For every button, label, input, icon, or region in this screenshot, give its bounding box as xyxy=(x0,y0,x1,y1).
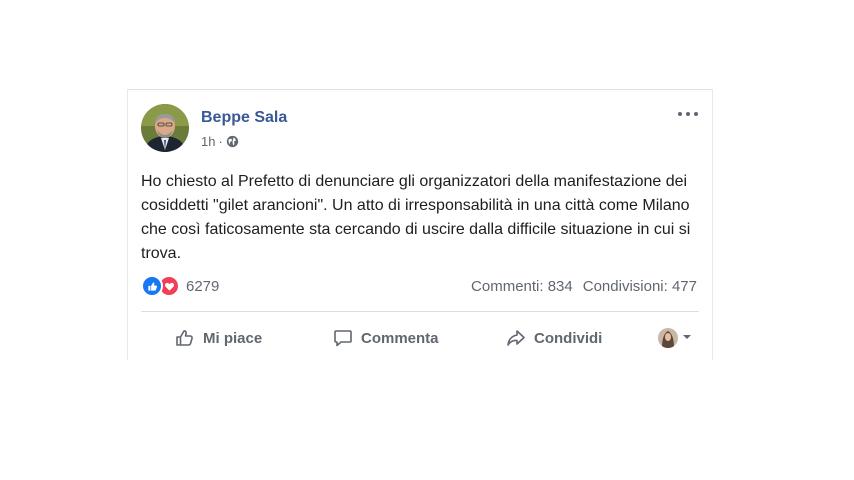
more-dot-icon xyxy=(678,112,682,116)
post-stats: Commenti: 834 Condivisioni: 477 xyxy=(471,278,697,295)
post-meta: 1h · xyxy=(201,134,239,149)
comment-button[interactable]: Commenta xyxy=(333,326,439,350)
profile-selector[interactable] xyxy=(658,328,692,348)
reactions-summary[interactable]: 6279 xyxy=(141,275,220,297)
more-options-button[interactable] xyxy=(676,108,700,120)
like-button-label: Mi piace xyxy=(203,329,263,347)
like-button[interactable]: Mi piace xyxy=(175,326,262,350)
share-button[interactable]: Condividi xyxy=(506,326,602,350)
shares-count-link[interactable]: Condivisioni: 477 xyxy=(583,278,697,295)
comment-bubble-icon xyxy=(333,328,353,348)
post-text: Ho chiesto al Prefetto di denunciare gli… xyxy=(141,173,691,262)
more-dot-icon xyxy=(686,112,690,116)
thumbs-up-icon xyxy=(175,328,195,348)
author-avatar[interactable] xyxy=(141,104,189,152)
more-dot-icon xyxy=(694,112,698,116)
reactions-count: 6279 xyxy=(186,277,220,295)
profile-avatar xyxy=(658,328,678,348)
like-reaction-icon xyxy=(141,275,163,297)
chevron-down-icon xyxy=(682,329,692,347)
author-name[interactable]: Beppe Sala xyxy=(201,109,287,127)
meta-separator: · xyxy=(218,134,223,149)
post-time[interactable]: 1h xyxy=(201,134,215,149)
comment-button-label: Commenta xyxy=(361,329,439,347)
share-button-label: Condividi xyxy=(534,329,603,347)
facebook-post-card: Beppe Sala 1h · Ho chiesto al Prefetto d… xyxy=(127,89,713,360)
share-arrow-icon xyxy=(506,328,526,348)
actions-divider xyxy=(141,311,699,312)
comments-count-link[interactable]: Commenti: 834 xyxy=(471,278,573,295)
globe-icon[interactable] xyxy=(226,135,239,148)
